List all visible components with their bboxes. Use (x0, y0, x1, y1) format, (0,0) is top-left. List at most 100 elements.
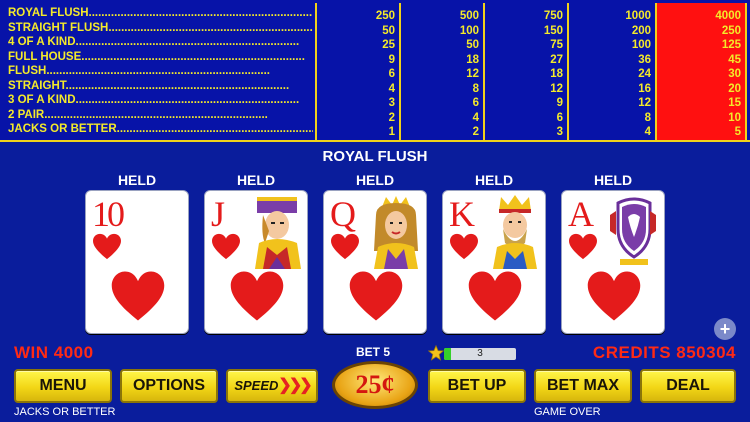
heart-icon (212, 233, 240, 260)
payout: 9 (388, 53, 395, 66)
jack-face-icon (255, 197, 301, 269)
speed-button[interactable]: SPEED❯❯❯ (226, 369, 318, 403)
heart-icon (111, 271, 165, 321)
payout: 500 (459, 10, 479, 22)
card-5[interactable]: A (561, 190, 665, 334)
paytable-column-bet-1: 250 50 25 9 6 4 3 2 1 (315, 3, 399, 140)
payout: 20 (728, 82, 741, 95)
payout: 12 (550, 82, 563, 95)
paytable-hand-jacks-better: JACKS OR BETTER.........................… (8, 123, 313, 135)
payout: 12 (638, 97, 651, 109)
level-value: 3 (477, 348, 483, 359)
heart-icon (93, 233, 121, 260)
paytable-values-bet-2: 500 100 50 18 12 8 6 4 2 (401, 9, 479, 140)
payout: 6 (472, 97, 479, 109)
held-label-3: HELD (355, 172, 395, 188)
bet-max-button[interactable]: BET MAX (534, 369, 632, 403)
win-amount: WIN 4000 (14, 343, 94, 362)
deal-button[interactable]: DEAL (640, 369, 736, 403)
held-label-1: HELD (117, 172, 157, 188)
options-button[interactable]: OPTIONS (120, 369, 218, 403)
paytable-values-bet-1: 250 50 25 9 6 4 3 2 1 (317, 9, 395, 140)
payout: 4 (472, 111, 479, 124)
payout: 4 (644, 126, 651, 138)
payout: 5 (734, 126, 741, 138)
bet-amount: BET 5 (355, 345, 390, 359)
payout: 200 (631, 24, 651, 37)
heart-icon (349, 271, 403, 321)
payout: 10 (728, 111, 741, 124)
payout: 250 (721, 24, 741, 37)
payout: 6 (388, 68, 395, 80)
payout: 3 (388, 97, 395, 109)
paytable-hand-full-house: FULL HOUSE..............................… (8, 50, 305, 63)
heart-icon (450, 233, 478, 260)
star-icon (428, 345, 444, 361)
payout: 18 (550, 68, 563, 80)
bet-up-button[interactable]: BET UP (428, 369, 526, 403)
payout: 36 (638, 53, 651, 66)
payout: 125 (721, 39, 741, 51)
card-4[interactable]: K (442, 190, 546, 334)
paytable-column-bet-3: 750 150 75 27 18 12 9 6 3 (483, 3, 567, 140)
payout: 750 (543, 10, 563, 22)
payout: 4 (388, 82, 395, 95)
paytable-column-bet-5-highlighted: 4000 250 125 45 30 20 15 10 5 (655, 3, 747, 140)
card-rank: K (449, 194, 475, 234)
paytable-values-bet-4: 1000 200 100 36 24 16 12 8 4 (569, 9, 651, 140)
payout: 150 (543, 24, 563, 37)
card-rank: J (211, 194, 225, 234)
payout: 27 (550, 53, 563, 66)
payout: 45 (728, 53, 741, 66)
held-label-5: HELD (593, 172, 633, 188)
menu-button[interactable]: MENU (14, 369, 112, 403)
plus-circle-icon[interactable]: + (714, 318, 736, 340)
payout: 50 (466, 39, 479, 51)
paytable-column-bet-4: 1000 200 100 36 24 16 12 8 4 (567, 3, 655, 140)
payout: 18 (466, 53, 479, 66)
payout: 4000 (715, 10, 741, 22)
payout: 8 (644, 111, 651, 124)
payout: 30 (728, 68, 741, 80)
denomination-coin-button[interactable]: 25¢ (332, 361, 418, 409)
paytable-hand-straight-flush: STRAIGHT FLUSH..........................… (8, 21, 313, 34)
payout: 16 (638, 82, 651, 95)
game-name: JACKS OR BETTER (14, 406, 116, 418)
paytable-values-bet-5: 4000 250 125 45 30 20 15 10 5 (657, 9, 741, 140)
payout: 6 (556, 111, 563, 124)
card-2[interactable]: J (204, 190, 308, 334)
payout: 100 (459, 24, 479, 37)
paytable-hand-flush: FLUSH...................................… (8, 65, 270, 77)
card-3[interactable]: Q (323, 190, 427, 334)
paytable: ROYAL FLUSH.............................… (0, 0, 750, 142)
level-progress-bar: 3 (444, 348, 516, 360)
card-1[interactable]: 10 (85, 190, 189, 334)
speed-label: SPEED (234, 378, 279, 393)
card-rank: Q (330, 194, 356, 234)
credits-amount: CREDITS 850304 (592, 343, 736, 362)
payout: 2 (388, 111, 395, 124)
payout: 50 (382, 24, 395, 37)
payout: 2 (472, 126, 479, 138)
heart-icon (569, 233, 597, 260)
hand-result-title: ROYAL FLUSH (322, 148, 428, 165)
payout: 8 (472, 82, 479, 95)
heart-icon (230, 271, 284, 321)
payout: 100 (631, 39, 651, 51)
chevrons-right-icon: ❯❯❯ (278, 377, 312, 394)
payout: 9 (556, 97, 563, 109)
paytable-hand-straight: STRAIGHT................................… (8, 79, 290, 92)
payout: 1 (388, 126, 395, 138)
paytable-hand-two-pair: 2 PAIR..................................… (8, 108, 268, 121)
payout: 15 (728, 97, 741, 109)
paytable-hand-royal-flush: ROYAL FLUSH.............................… (8, 7, 313, 19)
held-label-4: HELD (474, 172, 514, 188)
payout: 3 (556, 126, 563, 138)
game-state: GAME OVER (534, 406, 601, 418)
held-label-2: HELD (236, 172, 276, 188)
payout: 1000 (625, 10, 651, 22)
paytable-values-bet-3: 750 150 75 27 18 12 9 6 3 (485, 9, 563, 140)
paytable-hand-four-kind: 4 OF A KIND.............................… (8, 36, 300, 48)
paytable-hand-names: ROYAL FLUSH.............................… (8, 6, 313, 137)
payout: 250 (375, 10, 395, 22)
